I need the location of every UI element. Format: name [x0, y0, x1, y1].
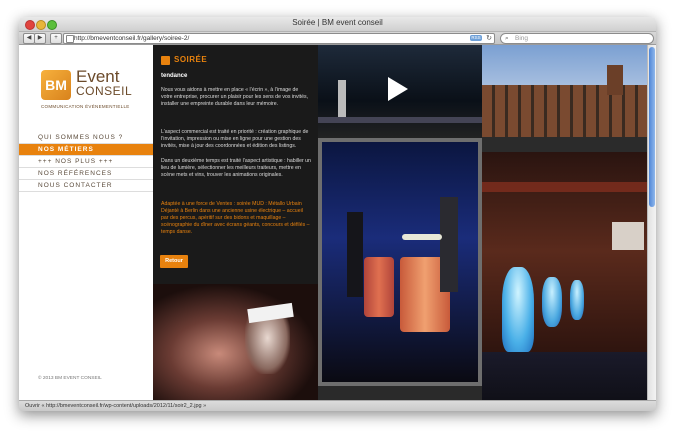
performer-shape	[338, 80, 346, 120]
logo-mark: BM	[41, 70, 71, 100]
gallery-thumbnail-makeup[interactable]	[153, 284, 318, 400]
status-text: Ouvrir « http://bmeventconseil.fr/wp-con…	[25, 403, 207, 409]
glowing-table-shape	[570, 280, 584, 320]
ceiling-beam	[482, 182, 647, 192]
logo-subtitle: COMMUNICATION ÉVÉNEMENTIELLE	[41, 104, 130, 109]
gallery-thumbnail-hall[interactable]	[482, 152, 647, 400]
drum-barrel-left	[364, 257, 394, 317]
menu-item-qui-sommes-nous[interactable]: QUI SOMMES NOUS ?	[19, 132, 153, 144]
window-title: Soirée | BM event conseil	[292, 18, 383, 27]
article-paragraph: Dans un deuxième temps est traité l’aspe…	[161, 158, 311, 178]
title-bar: Soirée | BM event conseil	[19, 17, 656, 32]
search-field[interactable]: ⌕ Bing	[500, 33, 654, 44]
article-paragraph: Nous vous aidons à mettre en place « l’é…	[161, 87, 309, 107]
ground-shape	[482, 137, 647, 152]
sidebar: BM Event CONSEIL COMMUNICATION ÉVÉNEMENT…	[19, 45, 153, 400]
article-subtitle: tendance	[161, 73, 188, 79]
search-placeholder: Bing	[515, 35, 529, 42]
reload-icon[interactable]: ↻	[486, 34, 492, 43]
address-bar[interactable]: http://bmeventconseil.fr/gallery/soiree-…	[63, 33, 495, 44]
drummer-figure	[347, 212, 363, 297]
menu-item-nos-plus[interactable]: +++ NOS PLUS +++	[19, 156, 153, 168]
tower-shape	[607, 65, 623, 95]
glowing-table-shape	[502, 267, 534, 352]
article-panel: SOIRÉE tendance Nous vous aidons à mettr…	[153, 45, 318, 400]
face-shape	[245, 314, 290, 374]
menu-item-nos-references[interactable]: NOS RÉFÉRENCES	[19, 168, 153, 180]
logo-conseil-text: CONSEIL	[76, 84, 133, 98]
cymbal-shape	[402, 234, 442, 240]
screen-shape	[612, 222, 644, 250]
site-logo[interactable]: BM Event CONSEIL COMMUNICATION ÉVÉNEMENT…	[41, 67, 141, 111]
add-bookmark-button[interactable]: +	[50, 33, 62, 44]
vertical-scrollbar[interactable]	[647, 45, 656, 400]
stage-shape	[318, 117, 482, 123]
browser-window: Soirée | BM event conseil ◀ ▶ + http://b…	[19, 17, 656, 411]
gallery-thumbnail-bottom[interactable]	[318, 386, 482, 400]
floor-shape	[482, 352, 647, 400]
menu-item-nous-contacter[interactable]: NOUS CONTACTER	[19, 180, 153, 192]
favicon-icon	[66, 35, 74, 43]
status-bar: Ouvrir « http://bmeventconseil.fr/wp-con…	[19, 400, 656, 411]
section-icon	[161, 56, 170, 65]
gallery-video-thumbnail[interactable]	[318, 45, 482, 138]
copyright: © 2013 BM EVENT CONSEIL	[38, 376, 102, 381]
main-menu: QUI SOMMES NOUS ? NOS MÉTIERS +++ NOS PL…	[19, 132, 153, 192]
article-highlight: Adaptée à une force de Ventes : soirée M…	[161, 201, 310, 235]
back-arrow-icon: ◀	[26, 35, 32, 41]
plus-icon: +	[54, 35, 58, 41]
browser-toolbar: ◀ ▶ + http://bmeventconseil.fr/gallery/s…	[19, 32, 656, 45]
drummers-photo	[322, 142, 478, 382]
play-icon[interactable]	[388, 77, 408, 101]
back-button[interactable]: Retour	[160, 255, 188, 268]
forward-arrow-icon: ▶	[37, 35, 43, 41]
gallery-thumbnail-selected-frame[interactable]	[318, 138, 482, 386]
drummer-figure	[440, 197, 458, 292]
forward-button[interactable]: ▶	[34, 33, 46, 44]
gallery-thumbnail-building[interactable]	[482, 45, 647, 152]
url-text: http://bmeventconseil.fr/gallery/soiree-…	[74, 35, 190, 42]
search-icon: ⌕	[505, 35, 509, 42]
page-content: BM Event CONSEIL COMMUNICATION ÉVÉNEMENT…	[19, 45, 656, 400]
article-paragraph: L’aspect commercial est traité en priori…	[161, 129, 309, 149]
article-title: SOIRÉE	[174, 55, 208, 64]
rss-icon[interactable]: RSS	[470, 35, 482, 41]
glowing-table-shape	[542, 277, 562, 327]
scrollbar-thumb[interactable]	[649, 47, 655, 207]
menu-item-nos-metiers[interactable]: NOS MÉTIERS	[19, 144, 153, 156]
